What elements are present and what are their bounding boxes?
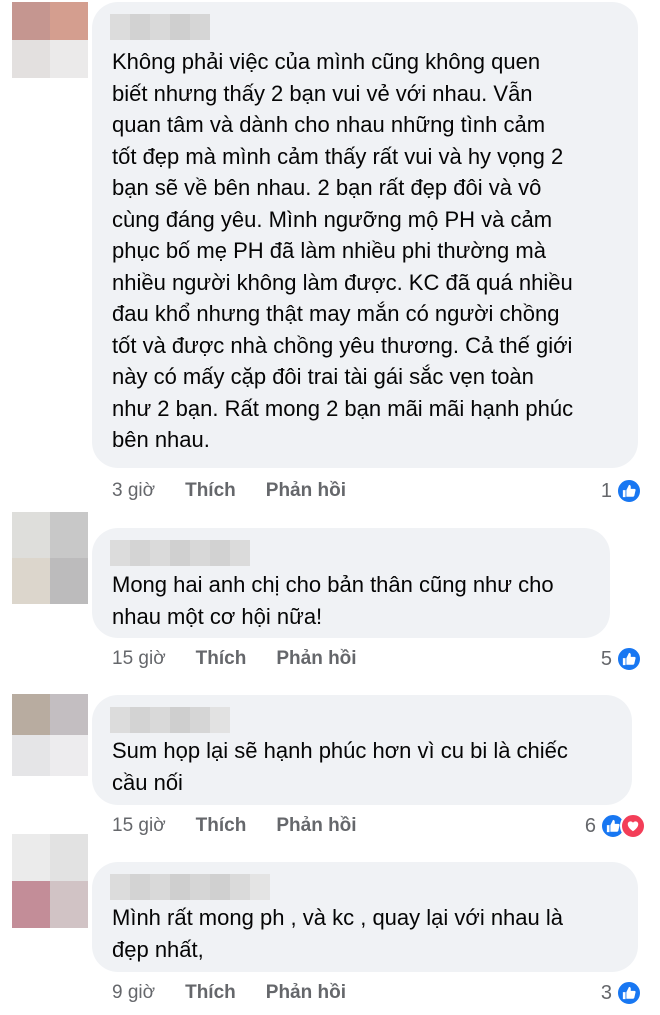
reply-action[interactable]: Phản hồi — [276, 815, 356, 837]
avatar[interactable] — [12, 834, 88, 928]
commenter-name-redacted[interactable] — [110, 14, 210, 40]
like-action[interactable]: Thích — [196, 815, 247, 837]
comment-text: Sum họp lại sẽ hạnh phúc hơn vì cu bi là… — [112, 738, 568, 795]
comment-time[interactable]: 15 giờ — [112, 648, 166, 670]
reply-action[interactable]: Phản hồi — [266, 480, 346, 502]
like-reaction-icon — [616, 646, 642, 672]
like-action[interactable]: Thích — [185, 982, 236, 1004]
love-reaction-icon — [620, 813, 646, 839]
avatar[interactable] — [12, 512, 88, 604]
comment-text: Mong hai anh chị cho bản thân cũng như c… — [112, 572, 554, 629]
comment-text: Mình rất mong ph , và kc , quay lại với … — [112, 905, 563, 962]
like-reaction-icon — [616, 980, 642, 1006]
avatar[interactable] — [12, 694, 88, 776]
like-action[interactable]: Thích — [196, 648, 247, 670]
commenter-name-redacted[interactable] — [110, 540, 250, 566]
reaction-summary[interactable]: 1 — [601, 477, 642, 505]
reaction-count: 6 — [584, 814, 596, 837]
commenter-name-redacted[interactable] — [110, 874, 270, 900]
comment-bubble: Mong hai anh chị cho bản thân cũng như c… — [92, 528, 610, 638]
comment-time[interactable]: 9 giờ — [112, 982, 155, 1004]
comment-actions: 15 giờ Thích Phản hồi — [112, 813, 387, 839]
comment-actions: 15 giờ Thích Phản hồi — [112, 646, 387, 672]
comment-text: Không phải việc của mình cũng không quen… — [112, 49, 574, 452]
like-action[interactable]: Thích — [185, 480, 236, 502]
comment-bubble: Không phải việc của mình cũng không quen… — [92, 2, 638, 468]
reply-action[interactable]: Phản hồi — [266, 982, 346, 1004]
reaction-count: 5 — [600, 647, 612, 670]
reaction-summary[interactable]: 5 — [601, 645, 642, 673]
reaction-count: 3 — [600, 981, 612, 1004]
reaction-summary[interactable]: 6 — [585, 812, 646, 840]
comment-actions: 9 giờ Thích Phản hồi — [112, 980, 376, 1006]
comment-bubble: Sum họp lại sẽ hạnh phúc hơn vì cu bi là… — [92, 695, 632, 805]
like-reaction-icon — [616, 478, 642, 504]
comment-time[interactable]: 15 giờ — [112, 815, 166, 837]
comment-bubble: Mình rất mong ph , và kc , quay lại với … — [92, 862, 638, 972]
commenter-name-redacted[interactable] — [110, 707, 230, 733]
comment-actions: 3 giờ Thích Phản hồi — [112, 478, 376, 504]
reply-action[interactable]: Phản hồi — [276, 648, 356, 670]
avatar[interactable] — [12, 2, 88, 78]
reaction-count: 1 — [600, 479, 612, 502]
comment-time[interactable]: 3 giờ — [112, 480, 155, 502]
reaction-summary[interactable]: 3 — [601, 979, 642, 1007]
